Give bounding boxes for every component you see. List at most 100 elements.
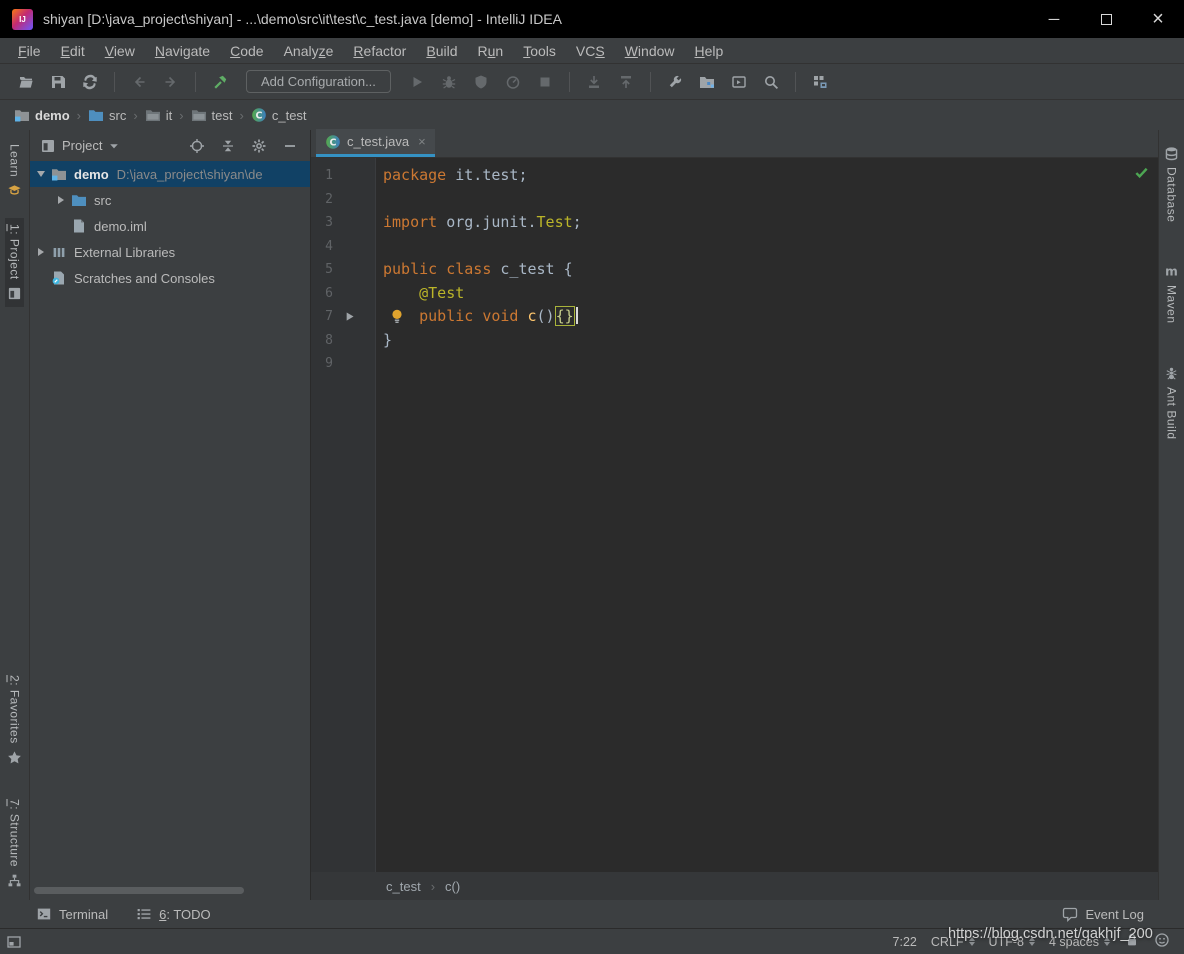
- code-token: {: [564, 260, 573, 278]
- project-structure-icon: [699, 74, 715, 90]
- breadcrumb-src[interactable]: src: [88, 107, 126, 123]
- toolwindow-button-6-todo[interactable]: 6: TODO: [136, 906, 211, 922]
- tree-expander[interactable]: [33, 171, 49, 177]
- tree-item-scratches-and-consoles[interactable]: Scratches and Consoles: [30, 265, 310, 291]
- toolwindow-button-ant-build[interactable]: Ant Build: [1162, 360, 1181, 446]
- breadcrumb-test[interactable]: test: [191, 107, 233, 123]
- toolbar-push-button[interactable]: [614, 70, 638, 94]
- project-tool-window: Project demoD:\java_project\shiyan\desrc…: [30, 130, 311, 900]
- toolbar-separator: [795, 72, 796, 92]
- sync-icon: [82, 74, 98, 90]
- line-number: 2: [311, 188, 333, 212]
- project-collapse-all-button[interactable]: [220, 138, 236, 154]
- project-panel-title[interactable]: Project: [62, 138, 102, 153]
- gutter-line: 4: [311, 235, 375, 259]
- editor-breadcrumb-c[interactable]: c(): [445, 879, 460, 894]
- structure-icon: [7, 873, 22, 888]
- toolbar-plugins-button[interactable]: [808, 70, 832, 94]
- toolbar-profiler-button[interactable]: [501, 70, 525, 94]
- toolwindow-button-database[interactable]: Database: [1162, 140, 1181, 228]
- file-iml-icon: [71, 218, 87, 234]
- bottom-bar-right-group: Event Log: [1062, 906, 1144, 922]
- line-number: 6: [311, 282, 333, 306]
- run-configuration-combo[interactable]: Add Configuration...: [246, 70, 391, 93]
- breadcrumb-demo[interactable]: demo: [14, 107, 70, 123]
- toolbar-project-structure-button[interactable]: [695, 70, 719, 94]
- toolwindow-button-7-structure[interactable]: 7: Structure: [5, 793, 24, 894]
- editor-code[interactable]: package it.test;import org.junit.Test;pu…: [376, 158, 1158, 872]
- editor-tab-c-test-java[interactable]: Cc_test.java×: [316, 129, 435, 157]
- menu-window[interactable]: Window: [615, 43, 685, 59]
- code-token: c_test: [500, 260, 563, 278]
- editor-breadcrumb-c-test[interactable]: c_test: [386, 879, 421, 894]
- project-locate-button[interactable]: [189, 138, 205, 154]
- toolwindow-button-2-favorites[interactable]: 2: Favorites: [5, 669, 24, 771]
- toolbar-build-hammer-button[interactable]: [208, 70, 232, 94]
- caret-position-widget[interactable]: 7:22: [893, 935, 917, 949]
- toolbar-forward-button[interactable]: [159, 70, 183, 94]
- indent-widget[interactable]: 4 spaces: [1049, 935, 1110, 949]
- toolbar-run-button[interactable]: [405, 70, 429, 94]
- toolwindow-button-maven[interactable]: mMaven: [1162, 258, 1181, 330]
- toolbar-save-button[interactable]: [46, 70, 70, 94]
- menu-file[interactable]: File: [8, 43, 51, 59]
- menu-vcs[interactable]: VCS: [566, 43, 615, 59]
- toolwindow-button-learn[interactable]: Learn: [5, 138, 24, 204]
- toolbar-coverage-button[interactable]: [469, 70, 493, 94]
- project-settings-button[interactable]: [251, 138, 267, 154]
- code-line: package it.test;: [383, 164, 1158, 188]
- menu-build[interactable]: Build: [416, 43, 467, 59]
- menu-edit[interactable]: Edit: [51, 43, 95, 59]
- toolbar-sync-button[interactable]: [78, 70, 102, 94]
- menu-run[interactable]: Run: [468, 43, 514, 59]
- breadcrumb-c-test[interactable]: Cc_test: [251, 107, 307, 123]
- minimize-button[interactable]: ─: [1028, 0, 1080, 38]
- tree-item-src[interactable]: src: [30, 187, 310, 213]
- readonly-lock-button[interactable]: [1124, 932, 1140, 951]
- close-button[interactable]: ×: [1132, 0, 1184, 38]
- toolbar-debug-button[interactable]: [437, 70, 461, 94]
- run-method-icon[interactable]: [343, 310, 356, 323]
- maximize-button[interactable]: [1080, 0, 1132, 38]
- toolbar-run-anything-button[interactable]: [727, 70, 751, 94]
- line-number: 9: [311, 352, 333, 376]
- tree-expander[interactable]: [53, 196, 69, 204]
- editor-gutter: 123456789: [311, 158, 376, 872]
- menu-view[interactable]: View: [95, 43, 145, 59]
- highlighting-level-button[interactable]: [1154, 932, 1170, 951]
- toolbar-back-button[interactable]: [127, 70, 151, 94]
- line-separator-widget[interactable]: CRLF: [931, 935, 975, 949]
- tree-item-demo-iml[interactable]: demo.iml: [30, 213, 310, 239]
- menu-navigate[interactable]: Navigate: [145, 43, 220, 59]
- menu-tools[interactable]: Tools: [513, 43, 566, 59]
- project-hide-button[interactable]: [282, 138, 298, 154]
- tree-item-demo[interactable]: demoD:\java_project\shiyan\de: [30, 161, 310, 187]
- main-area: Learn1: Project2: Favorites7: Structure …: [0, 130, 1184, 900]
- toolwindow-button-terminal[interactable]: Terminal: [36, 906, 108, 922]
- toolwindow-button-1-project[interactable]: 1: Project: [5, 218, 24, 307]
- toolbar-stop-button[interactable]: [533, 70, 557, 94]
- star-icon: [7, 750, 22, 765]
- toolbar-open-button[interactable]: [14, 70, 38, 94]
- event-log-button[interactable]: Event Log: [1062, 906, 1144, 922]
- ant-icon: [1164, 366, 1179, 381]
- encoding-widget[interactable]: UTF-8: [989, 935, 1035, 949]
- toolbar-search-everywhere-button[interactable]: [759, 70, 783, 94]
- gutter-line: 7: [311, 305, 375, 329]
- tab-close-icon[interactable]: ×: [418, 134, 426, 149]
- horizontal-scrollbar-thumb[interactable]: [34, 887, 244, 894]
- breadcrumb-it[interactable]: it: [145, 107, 173, 123]
- tree-expander[interactable]: [33, 248, 49, 256]
- tree-item-external-libraries[interactable]: External Libraries: [30, 239, 310, 265]
- menu-refactor[interactable]: Refactor: [343, 43, 416, 59]
- toolbar-update-project-button[interactable]: [582, 70, 606, 94]
- menu-analyze[interactable]: Analyze: [274, 43, 344, 59]
- class-icon: C: [325, 134, 341, 150]
- menu-help[interactable]: Help: [685, 43, 734, 59]
- toolwindow-toggle-icon[interactable]: [6, 934, 22, 950]
- menu-code[interactable]: Code: [220, 43, 273, 59]
- inspections-ok-icon[interactable]: [1134, 165, 1149, 185]
- toolbar-wrench-button[interactable]: [663, 70, 687, 94]
- gutter-mark-column: [333, 282, 373, 306]
- bottom-bar-left-group: Terminal 6: TODO: [36, 906, 239, 922]
